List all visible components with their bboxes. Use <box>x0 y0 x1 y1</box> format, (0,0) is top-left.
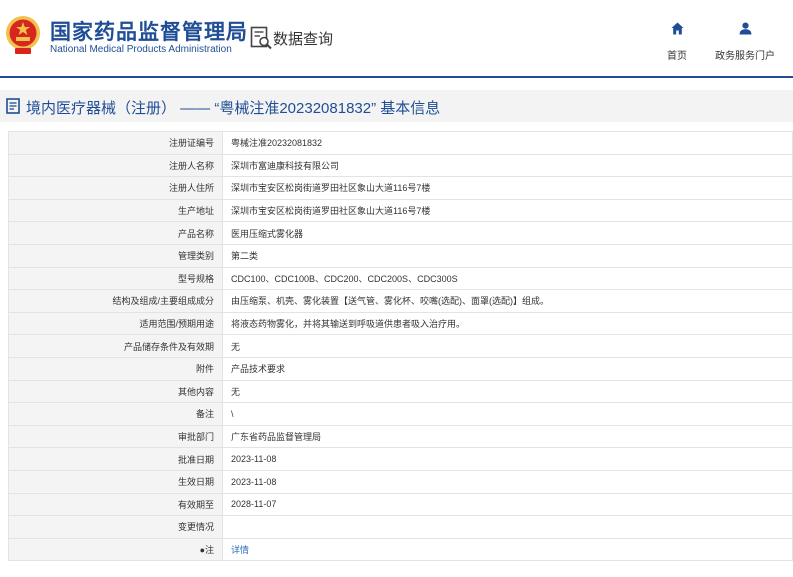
field-value: 第二类 <box>222 243 793 268</box>
field-label: 注册人名称 <box>8 153 223 178</box>
field-value: \ <box>222 402 793 426</box>
table-row: 审批部门 广东省药品监督管理局 <box>8 424 793 449</box>
table-row: 有效期至 2028-11-07 <box>8 492 793 517</box>
org-name-en: National Medical Products Administration <box>50 44 232 55</box>
table-row: 适用范围/预期用途 将液态药物雾化，并将其输送到呼吸道供患者吸入治疗用。 <box>8 311 793 336</box>
table-row: 备注 \ <box>8 402 793 426</box>
field-label: ●注 <box>8 537 223 562</box>
table-row: 型号规格 CDC100、CDC100B、CDC200、CDC200S、CDC300… <box>8 266 793 291</box>
nav-home-label: 首页 <box>667 51 687 62</box>
field-label: 备注 <box>8 402 223 426</box>
field-label: 产品名称 <box>8 221 223 245</box>
field-value: 医用压缩式雾化器 <box>222 221 793 245</box>
table-row: 管理类别 第二类 <box>8 243 793 268</box>
field-value: 深圳市宝安区松岗街道罗田社区象山大道116号7楼 <box>222 198 793 223</box>
field-value: 将液态药物雾化，并将其输送到呼吸道供患者吸入治疗用。 <box>222 311 793 336</box>
table-row: ●注 详情 <box>8 537 793 562</box>
table-row: 生产地址 深圳市宝安区松岗街道罗田社区象山大道116号7楼 <box>8 198 793 223</box>
nav-service-label: 政务服务门户 <box>715 51 775 62</box>
field-label: 其他内容 <box>8 379 223 404</box>
field-value: 无 <box>222 379 793 404</box>
field-label: 生效日期 <box>8 469 223 494</box>
field-value: 产品技术要求 <box>222 356 793 381</box>
field-value: 粤械注准20232081832 <box>222 131 793 155</box>
field-label: 注册人住所 <box>8 176 223 200</box>
nav-home[interactable]: 首页 <box>660 22 694 62</box>
field-label: 注册证编号 <box>8 131 223 155</box>
page-title: 境内医疗器械（注册） —— “粤械注准20232081832” 基本信息 <box>26 100 441 117</box>
data-query-link[interactable]: 数据查询 <box>273 28 333 49</box>
table-row: 产品名称 医用压缩式雾化器 <box>8 221 793 245</box>
table-row: 附件 产品技术要求 <box>8 356 793 381</box>
header-divider <box>0 76 793 78</box>
details-cell: 详情 <box>222 537 793 562</box>
table-row: 结构及组成/主要组成成分 由压缩泵、机壳、雾化装置【送气管、雾化杯、咬嘴(选配)、… <box>8 289 793 313</box>
table-row: 注册人名称 深圳市富迪康科技有限公司 <box>8 153 793 178</box>
data-query-icon <box>250 26 272 50</box>
user-icon <box>739 22 751 35</box>
details-link[interactable]: 详情 <box>231 545 249 555</box>
page-title-bar: 境内医疗器械（注册） —— “粤械注准20232081832” 基本信息 <box>0 90 793 122</box>
field-value: 2023-11-08 <box>222 469 793 494</box>
field-label: 产品储存条件及有效期 <box>8 334 223 358</box>
field-value: 由压缩泵、机壳、雾化装置【送气管、雾化杯、咬嘴(选配)、面罩(选配)】组成。 <box>222 289 793 313</box>
org-name-cn: 国家药品监督管理局 <box>50 21 248 44</box>
field-value: 深圳市宝安区松岗街道罗田社区象山大道116号7楼 <box>222 176 793 200</box>
table-row: 变更情况 <box>8 515 793 539</box>
field-label: 型号规格 <box>8 266 223 291</box>
field-value: CDC100、CDC100B、CDC200、CDC200S、CDC300S <box>222 266 793 291</box>
field-value: 2023-11-08 <box>222 447 793 471</box>
nav-service-portal[interactable]: 政务服务门户 <box>714 22 776 62</box>
home-icon <box>671 22 683 35</box>
table-row: 注册人住所 深圳市宝安区松岗街道罗田社区象山大道116号7楼 <box>8 176 793 200</box>
table-row: 注册证编号 粤械注准20232081832 <box>8 131 793 155</box>
field-label: 有效期至 <box>8 492 223 517</box>
field-label: 审批部门 <box>8 424 223 449</box>
field-label: 变更情况 <box>8 515 223 539</box>
field-value: 广东省药品监督管理局 <box>222 424 793 449</box>
field-label: 生产地址 <box>8 198 223 223</box>
table-row: 批准日期 2023-11-08 <box>8 447 793 471</box>
field-value <box>222 515 793 539</box>
field-value: 深圳市富迪康科技有限公司 <box>222 153 793 178</box>
field-label: 适用范围/预期用途 <box>8 311 223 336</box>
document-icon <box>6 98 20 114</box>
site-header: 国家药品监督管理局 National Medical Products Admi… <box>0 0 793 76</box>
field-value: 2028-11-07 <box>222 492 793 517</box>
field-label: 批准日期 <box>8 447 223 471</box>
national-emblem-icon <box>6 16 40 54</box>
table-row: 产品储存条件及有效期无 <box>8 334 793 358</box>
field-label: 管理类别 <box>8 243 223 268</box>
device-info-table: 注册证编号 粤械注准20232081832 注册人名称 深圳市富迪康科技有限公司 注册人… <box>8 131 793 562</box>
field-value: 无 <box>222 334 793 358</box>
table-row: 其他内容无 <box>8 379 793 404</box>
table-row: 生效日期 2023-11-08 <box>8 469 793 494</box>
field-label: 附件 <box>8 356 223 381</box>
field-label: 结构及组成/主要组成成分 <box>8 289 223 313</box>
